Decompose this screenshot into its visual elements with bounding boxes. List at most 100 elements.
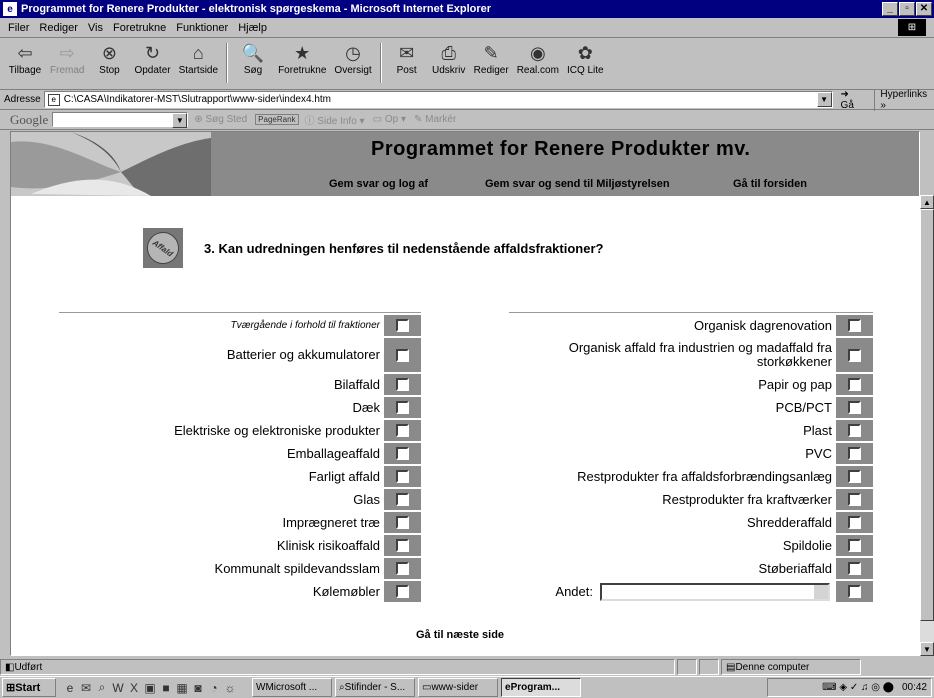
home-button[interactable]: ⌂ Startside bbox=[179, 41, 218, 77]
app3-quicklaunch-icon[interactable]: ◙ bbox=[190, 681, 206, 695]
forward-button[interactable]: ⇨ Fremad bbox=[50, 41, 84, 77]
address-input[interactable]: e C:\CASA\Indikatorer-MST\Slutrapport\ww… bbox=[43, 91, 833, 108]
checkbox[interactable] bbox=[848, 470, 861, 483]
checkbox[interactable] bbox=[396, 378, 409, 391]
checkbox[interactable] bbox=[848, 424, 861, 437]
google-search-input[interactable]: ▼ bbox=[52, 112, 189, 128]
pagerank-indicator[interactable]: PageRank bbox=[255, 114, 299, 125]
checkbox[interactable] bbox=[396, 516, 409, 529]
back-icon: ⇦ bbox=[17, 42, 33, 63]
save-send-link[interactable]: Gem svar og send til Miljøstyrelsen bbox=[485, 178, 670, 190]
checkbox[interactable] bbox=[848, 585, 861, 598]
scroll-down-icon[interactable]: ▼ bbox=[920, 642, 934, 656]
window-title: Programmet for Renere Produkter - elektr… bbox=[21, 3, 492, 15]
checkbox[interactable] bbox=[848, 493, 861, 506]
vertical-scrollbar[interactable]: ▲ ▼ bbox=[920, 195, 934, 656]
close-button[interactable]: ✕ bbox=[916, 2, 932, 16]
history-button[interactable]: ◷ Oversigt bbox=[334, 41, 371, 77]
word-quicklaunch-icon[interactable]: W bbox=[110, 681, 126, 695]
home-icon: ⌂ bbox=[192, 42, 204, 63]
other-textarea[interactable] bbox=[600, 582, 830, 601]
app4-quicklaunch-icon[interactable]: ☼ bbox=[222, 681, 238, 695]
desktop-quicklaunch-icon[interactable]: ▣ bbox=[142, 681, 158, 695]
checkbox-label: Spildolie bbox=[782, 537, 832, 553]
app2-quicklaunch-icon[interactable]: ▦ bbox=[174, 681, 190, 695]
task-word[interactable]: W Microsoft ... bbox=[252, 678, 332, 697]
next-page-link[interactable]: Gå til næste side bbox=[416, 629, 504, 641]
tray-icons[interactable]: ⌨ ◈ ✓ ♫ ◎ ⬤ bbox=[822, 682, 894, 693]
textarea-scrollbar[interactable] bbox=[814, 584, 828, 599]
edit-button[interactable]: ✎ Rediger bbox=[474, 41, 509, 77]
refresh-button[interactable]: ↻ Opdater bbox=[134, 41, 170, 77]
address-label: Adresse bbox=[4, 94, 41, 105]
checkbox[interactable] bbox=[848, 447, 861, 460]
right-row-4: Plast bbox=[509, 420, 873, 441]
icq-button[interactable]: ✿ ICQ Lite bbox=[567, 41, 604, 77]
google-dropdown-icon[interactable]: ▼ bbox=[172, 113, 188, 128]
checkbox[interactable] bbox=[848, 348, 861, 362]
checkbox[interactable] bbox=[396, 539, 409, 552]
google-logo[interactable]: Google bbox=[10, 112, 48, 128]
checkbox[interactable] bbox=[396, 348, 409, 362]
checkbox[interactable] bbox=[848, 539, 861, 552]
google-search-site-button[interactable]: ⊕ Søg Sted bbox=[194, 114, 247, 125]
checkbox[interactable] bbox=[396, 562, 409, 575]
checkbox[interactable] bbox=[396, 447, 409, 460]
page-info-button[interactable]: ⓘ Side Info ▾ bbox=[305, 112, 365, 127]
status-panel bbox=[699, 659, 719, 675]
save-logout-link[interactable]: Gem svar og log af bbox=[329, 178, 428, 190]
scroll-thumb[interactable] bbox=[920, 209, 934, 621]
ie-quicklaunch-icon[interactable]: e bbox=[62, 681, 78, 695]
stop-button[interactable]: ⊗ Stop bbox=[92, 41, 126, 77]
zone-text: Denne computer bbox=[735, 661, 810, 673]
checkbox-label: Bilaffald bbox=[333, 376, 380, 392]
highlight-button[interactable]: ✎ Markér bbox=[414, 114, 456, 125]
menu-favorites[interactable]: Foretrukne bbox=[113, 22, 166, 34]
links-button[interactable]: Hyperlinks » bbox=[874, 88, 934, 111]
app-quicklaunch-icon[interactable]: ■ bbox=[158, 681, 174, 695]
home-page-link[interactable]: Gå til forsiden bbox=[733, 178, 807, 190]
task-folder[interactable]: ▭ www-sider bbox=[418, 678, 498, 697]
search-button[interactable]: 🔍 Søg bbox=[236, 41, 270, 77]
mail-button[interactable]: ✉ Post bbox=[390, 41, 424, 77]
excel-quicklaunch-icon[interactable]: X bbox=[126, 681, 142, 695]
checkbox[interactable] bbox=[396, 424, 409, 437]
favorites-button[interactable]: ★ Foretrukne bbox=[278, 41, 326, 77]
checkbox[interactable] bbox=[848, 401, 861, 414]
checkbox[interactable] bbox=[396, 470, 409, 483]
refresh-icon: ↻ bbox=[144, 42, 161, 63]
up-button[interactable]: ▭ Op ▾ bbox=[373, 114, 406, 125]
print-button[interactable]: ⎙ Udskriv bbox=[432, 41, 466, 77]
go-button[interactable]: ➜ Gå bbox=[841, 89, 865, 111]
menu-file[interactable]: Filer bbox=[8, 22, 29, 34]
menu-tools[interactable]: Funktioner bbox=[176, 22, 228, 34]
checkbox[interactable] bbox=[848, 319, 861, 332]
checkbox[interactable] bbox=[848, 378, 861, 391]
clock-quicklaunch-icon[interactable]: ◔ bbox=[206, 681, 222, 695]
checkbox[interactable] bbox=[396, 585, 409, 598]
menu-view[interactable]: Vis bbox=[88, 22, 103, 34]
start-button[interactable]: ⊞ Start bbox=[2, 678, 56, 697]
maximize-button[interactable]: ▫ bbox=[899, 2, 915, 16]
checkbox-label: Dæk bbox=[352, 399, 380, 415]
menu-edit[interactable]: Rediger bbox=[39, 22, 78, 34]
task-program[interactable]: e Program... bbox=[501, 678, 581, 697]
scroll-up-icon[interactable]: ▲ bbox=[920, 195, 934, 209]
outlook-quicklaunch-icon[interactable]: ✉ bbox=[78, 681, 94, 695]
address-dropdown-icon[interactable]: ▼ bbox=[816, 92, 832, 107]
checkbox[interactable] bbox=[396, 493, 409, 506]
minimize-button[interactable]: _ bbox=[882, 2, 898, 16]
checkbox[interactable] bbox=[848, 562, 861, 575]
menu-help[interactable]: Hjælp bbox=[238, 22, 267, 34]
window-titlebar[interactable]: e Programmet for Renere Produkter - elek… bbox=[0, 0, 934, 18]
search-quicklaunch-icon[interactable]: ⌕ bbox=[94, 680, 110, 695]
left-row-9: Klinisk risikoaffald bbox=[59, 535, 421, 556]
checkbox[interactable] bbox=[396, 401, 409, 414]
question-heading: 3. Kan udredningen henføres til nedenstå… bbox=[204, 241, 604, 256]
realcom-button[interactable]: ◉ Real.com bbox=[517, 41, 559, 77]
back-button[interactable]: ⇦ Tilbage bbox=[8, 41, 42, 77]
task-explorer-search[interactable]: ⌕ Stifinder - S... bbox=[335, 678, 415, 697]
back-label: Tilbage bbox=[8, 65, 42, 76]
checkbox[interactable] bbox=[396, 319, 409, 332]
checkbox[interactable] bbox=[848, 516, 861, 529]
